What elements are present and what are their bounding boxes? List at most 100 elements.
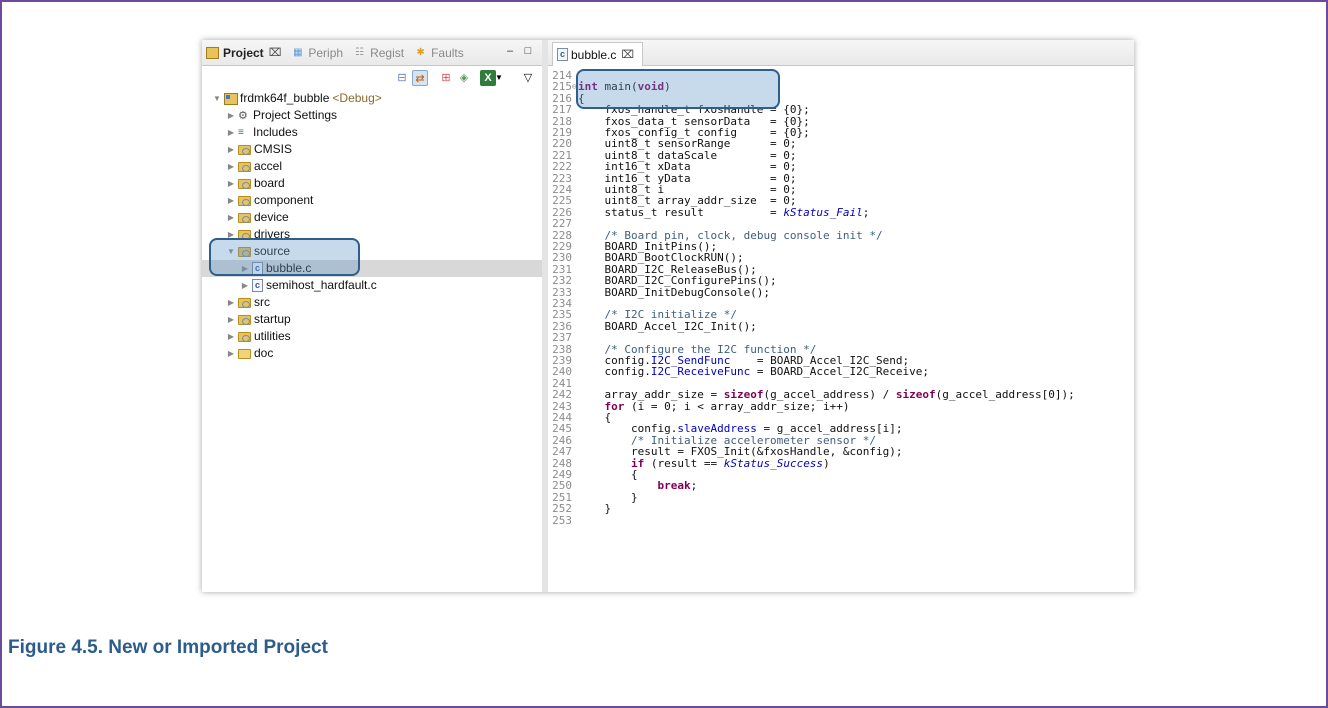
source-folder-icon <box>238 297 251 308</box>
code-text: array_addr_size = sizeof(g_accel_address… <box>578 388 1075 402</box>
project-icon <box>224 92 238 105</box>
launch-config-icon[interactable]: ◈ <box>456 70 472 86</box>
source-folder-icon <box>238 195 251 206</box>
excel-export-icon[interactable]: X <box>480 70 496 86</box>
line-number: 242 <box>552 388 572 402</box>
project-explorer-icon <box>206 46 219 59</box>
view-tab-bar: Project ⌧ ▦ Periph ☷ Regist ✱ Faults <box>202 40 542 66</box>
tab-periph-label: Periph <box>308 45 344 60</box>
expanded-arrow-icon[interactable]: ▼ <box>212 90 222 107</box>
tree-item-label: device <box>254 210 289 224</box>
close-icon[interactable]: ⌧ <box>269 46 282 59</box>
tree-item-project-settings[interactable]: ▶ ⚙ Project Settings <box>202 107 542 124</box>
includes-icon: ≡ <box>238 126 244 138</box>
link-with-editor-icon[interactable]: ⇄ <box>412 70 428 86</box>
tab-regist-label: Regist <box>370 45 405 60</box>
tree-item-label: CMSIS <box>254 142 293 156</box>
collapsed-arrow-icon[interactable]: ▶ <box>226 124 236 141</box>
tree-item-accel[interactable]: ▶ accel <box>202 158 542 175</box>
faults-icon: ✱ <box>416 46 425 58</box>
tree-item-label: doc <box>254 346 274 360</box>
code-text: BOARD_InitDebugConsole(); <box>578 285 771 299</box>
line-number: 227 <box>552 217 572 231</box>
tree-item-label: src <box>254 295 270 309</box>
code-area[interactable]: 214 215 ⊖ int main(void) 216{217 fxos_handle… <box>548 70 1134 592</box>
view-menu-icon[interactable]: ▽ <box>520 70 536 86</box>
tree-item-src[interactable]: ▶ src <box>202 294 542 311</box>
source-folder-icon <box>238 161 251 172</box>
line-number: 252 <box>552 502 572 516</box>
code-text: status_t result = kStatus_Fail; <box>578 205 870 219</box>
collapse-all-icon[interactable]: ⊟ <box>394 70 410 86</box>
tree-item-board[interactable]: ▶ board <box>202 175 542 192</box>
collapsed-arrow-icon[interactable]: ▶ <box>226 158 236 175</box>
tab-faults-label: Faults <box>431 45 464 60</box>
tree-item-label: component <box>254 193 314 207</box>
tree-item-device[interactable]: ▶ device <box>202 209 542 226</box>
tree-item-semihost-hardfault[interactable]: ▶ c semihost_hardfault.c <box>202 277 542 294</box>
close-icon[interactable]: ⌧ <box>621 48 634 61</box>
collapsed-arrow-icon[interactable]: ▶ <box>226 209 236 226</box>
collapsed-arrow-icon[interactable]: ▶ <box>226 345 236 362</box>
code-text: } <box>578 502 612 516</box>
peripherals-icon: ▦ <box>293 46 303 58</box>
tab-bubble-c[interactable]: c bubble.c ⌧ <box>552 42 644 66</box>
tree-item-label: utilities <box>254 329 291 343</box>
tree-root[interactable]: ▼ frdmk64f_bubble <Debug> <box>202 90 542 107</box>
tree-item-component[interactable]: ▶ component <box>202 192 542 209</box>
collapsed-arrow-icon[interactable]: ▶ <box>226 328 236 345</box>
code-text: int16_t xData = 0; <box>578 160 797 174</box>
code-text: config.I2C_ReceiveFunc = BOARD_Accel_I2C… <box>578 365 930 379</box>
project-name: frdmk64f_bubble <box>240 91 330 105</box>
line-number: 247 <box>552 445 572 459</box>
code-text: for (i = 0; i < array_addr_size; i++) <box>604 399 850 413</box>
tree-item-cmsis[interactable]: ▶ CMSIS <box>202 141 542 158</box>
collapsed-arrow-icon[interactable]: ▶ <box>226 192 236 209</box>
tab-faults[interactable]: ✱ Faults <box>414 45 464 60</box>
source-folder-icon <box>238 314 251 325</box>
tree-item-label: board <box>254 176 285 190</box>
chevron-down-icon[interactable]: ▼ <box>495 70 503 86</box>
tab-project[interactable]: Project ⌧ <box>206 46 281 60</box>
ide-screenshot: Project ⌧ ▦ Periph ☷ Regist ✱ Faults – □ <box>202 40 1134 592</box>
line-number: 222 <box>552 160 572 174</box>
code-text: BOARD_I2C_ConfigurePins(); <box>578 274 777 288</box>
c-file-icon: c <box>252 279 263 292</box>
tree-item-utilities[interactable]: ▶ utilities <box>202 328 542 345</box>
registers-icon: ☷ <box>355 46 365 58</box>
maximize-icon[interactable]: □ <box>522 46 534 57</box>
line-number: 232 <box>552 274 572 288</box>
editor-tab-label: bubble.c <box>571 47 617 62</box>
tab-project-label: Project <box>223 45 264 60</box>
main-function-highlight-box <box>576 69 780 109</box>
c-file-icon: c <box>557 48 568 61</box>
tree-item-label: semihost_hardfault.c <box>266 278 377 292</box>
tree-item-startup[interactable]: ▶ startup <box>202 311 542 328</box>
line-number: 217 <box>552 103 572 117</box>
tree-item-label: Includes <box>253 125 298 139</box>
collapsed-arrow-icon[interactable]: ▶ <box>226 107 236 124</box>
build-config-icon[interactable]: ⊞ <box>438 70 454 86</box>
tree-item-includes[interactable]: ▶ ≡ Includes <box>202 124 542 141</box>
source-folder-icon <box>238 212 251 223</box>
line-number: 253 <box>552 513 572 527</box>
source-folder-icon <box>238 178 251 189</box>
collapsed-arrow-icon[interactable]: ▶ <box>226 311 236 328</box>
source-folder-icon <box>238 331 251 342</box>
tree-item-label: accel <box>254 159 283 173</box>
collapsed-arrow-icon[interactable]: ▶ <box>226 141 236 158</box>
collapsed-arrow-icon[interactable]: ▶ <box>226 294 236 311</box>
source-folder-icon <box>238 144 251 155</box>
tab-regist[interactable]: ☷ Regist <box>353 46 404 60</box>
collapsed-arrow-icon[interactable]: ▶ <box>240 277 250 294</box>
collapsed-arrow-icon[interactable]: ▶ <box>226 175 236 192</box>
tab-periph[interactable]: ▦ Periph <box>291 46 343 60</box>
project-explorer-pane: Project ⌧ ▦ Periph ☷ Regist ✱ Faults – □ <box>202 40 542 592</box>
explorer-toolbar: ⊟ ⇄ ⊞ ◈ X ▼ ▽ <box>202 66 542 90</box>
folder-icon <box>238 348 251 359</box>
minimize-icon[interactable]: – <box>504 46 516 57</box>
line-number: 237 <box>552 331 572 345</box>
tree-item-doc[interactable]: ▶ doc <box>202 345 542 362</box>
tree-item-label: Project Settings <box>253 108 338 122</box>
code-editor-pane: c bubble.c ⌧ 214 215 ⊖ int main(void) 216{21… <box>548 40 1134 592</box>
